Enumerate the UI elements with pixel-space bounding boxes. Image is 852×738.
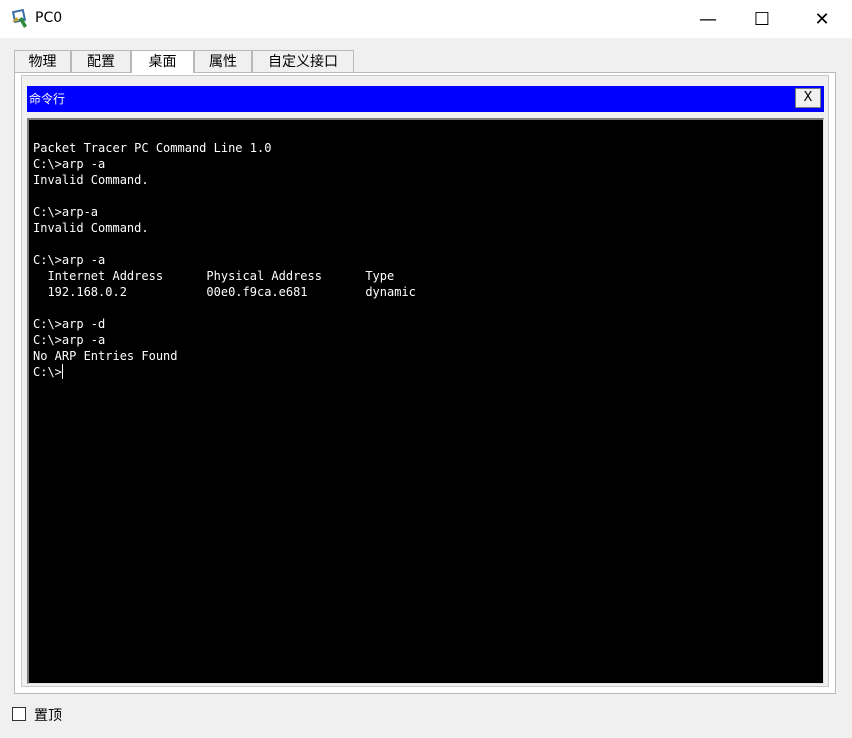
terminal-history: Packet Tracer PC Command Line 1.0 C:\>ar… <box>33 141 416 363</box>
command-line-close-button[interactable]: X <box>795 88 821 108</box>
close-window-button[interactable]: ✕ <box>792 0 852 38</box>
desktop-panel: 命令行 X Packet Tracer PC Command Line 1.0 … <box>14 72 836 694</box>
packet-tracer-pc-icon <box>11 8 27 28</box>
text-cursor <box>61 364 63 379</box>
maximize-button[interactable]: ☐ <box>732 0 792 38</box>
command-line-title: 命令行 <box>29 92 66 106</box>
close-icon: ✕ <box>814 8 830 30</box>
maximize-icon: ☐ <box>753 8 771 30</box>
command-line-header: 命令行 X <box>27 86 824 112</box>
terminal[interactable]: Packet Tracer PC Command Line 1.0 C:\>ar… <box>27 118 824 684</box>
tab-desktop[interactable]: 桌面 <box>131 50 194 73</box>
tab-physical[interactable]: 物理 <box>14 50 71 72</box>
topmost-checkbox[interactable] <box>12 707 26 721</box>
window-title: PC0 <box>35 10 63 26</box>
command-line-app: 命令行 X Packet Tracer PC Command Line 1.0 … <box>21 75 829 687</box>
tab-custom-interface[interactable]: 自定义接口 <box>252 50 354 72</box>
minimize-button[interactable]: — <box>678 0 738 38</box>
tab-attributes[interactable]: 属性 <box>194 50 252 72</box>
terminal-prompt: C:\> <box>33 365 62 379</box>
window-titlebar: PC0 — ☐ ✕ <box>0 0 852 38</box>
topmost-label: 置顶 <box>34 708 62 724</box>
tab-config[interactable]: 配置 <box>71 50 131 72</box>
terminal-output: Packet Tracer PC Command Line 1.0 C:\>ar… <box>33 140 416 380</box>
minimize-icon: — <box>699 8 717 30</box>
